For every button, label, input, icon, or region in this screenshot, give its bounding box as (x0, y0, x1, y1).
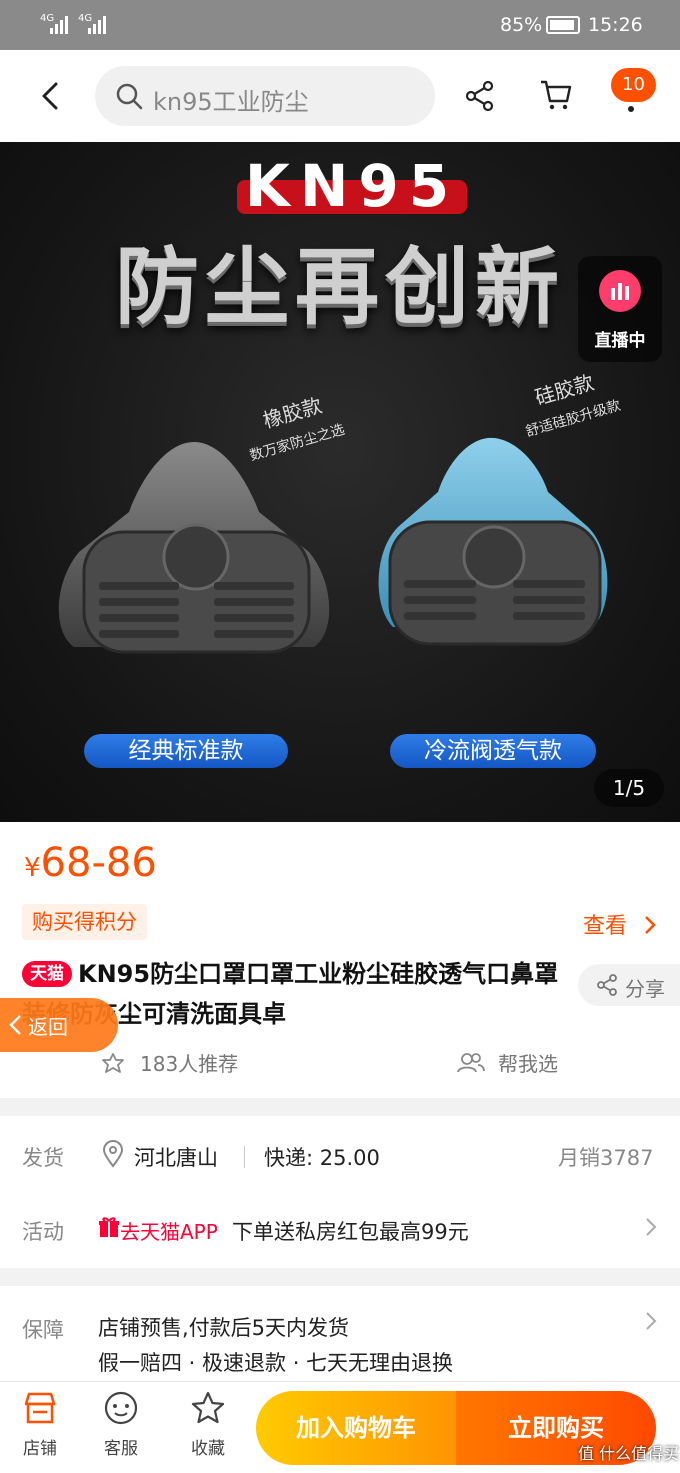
product-info: ¥68-86 购买得积分 查看 天猫 KN95防尘口罩口罩工业粉尘硅胶透气口鼻罩装… (0, 822, 680, 1098)
silicone-mask-image (368, 432, 618, 666)
share-small-icon (597, 974, 617, 996)
shop-button[interactable]: 店铺 (8, 1390, 72, 1459)
share-label: 分享 (625, 977, 665, 1001)
guarantee-label: 保障 (22, 1318, 64, 1342)
service-face-icon (104, 1391, 138, 1425)
activity-row[interactable]: 活动 去天猫APP 下单送私房红包最高99元 (0, 1196, 680, 1260)
rubber-mask-image (44, 432, 344, 676)
people-icon (457, 1053, 485, 1073)
back-arrow-icon[interactable] (34, 78, 70, 114)
service-button[interactable]: 客服 (89, 1390, 153, 1459)
search-input[interactable]: kn95工业防尘 (153, 82, 309, 117)
product-gallery[interactable]: KN95 防尘再创新 直播中 橡胶款 数万家防尘之选 硅胶款 舒适硅胶升级款 经… (0, 142, 680, 822)
express-fee: 快递: 25.00 (264, 1146, 380, 1170)
share-button[interactable]: 分享 (578, 964, 680, 1006)
activity-text: 下单送私房红包最高99元 (232, 1220, 469, 1244)
add-to-cart-button[interactable]: 加入购物车 (256, 1391, 456, 1465)
divider (244, 1146, 245, 1168)
favorite-button[interactable]: 收藏 (176, 1390, 240, 1459)
shipping-section: 发货 河北唐山 快递: 25.00 月销3787 活动 去天猫APP 下单送私房… (0, 1116, 680, 1268)
gallery-headline: 防尘再创新 (114, 238, 565, 336)
chevron-right-icon (646, 1312, 657, 1330)
kn95-text: KN95 (244, 152, 460, 220)
price: ¥68-86 (24, 840, 157, 886)
share-icon[interactable] (464, 80, 496, 116)
signal-bars-1 (50, 14, 74, 34)
search-box[interactable]: kn95工业防尘 (95, 66, 435, 126)
battery-icon (546, 16, 580, 34)
favorite-label: 收藏 (191, 1439, 225, 1459)
shop-icon (24, 1392, 56, 1424)
clock: 15:26 (588, 14, 643, 36)
search-icon (115, 82, 143, 114)
thumbs-flower-icon (102, 1053, 124, 1073)
top-nav: kn95工业防尘 10 (0, 50, 680, 142)
view-points-link[interactable]: 查看 (583, 908, 658, 940)
back-chevron-icon (9, 1015, 21, 1035)
back-button[interactable]: 返回 (0, 998, 118, 1052)
guarantee-line-1: 店铺预售,付款后5天内发货 (98, 1316, 350, 1340)
signal-bars-2 (88, 14, 112, 34)
recommend-button[interactable]: 183人推荐 (100, 1048, 238, 1077)
live-label: 直播中 (594, 331, 646, 351)
help-choose-button[interactable]: 帮我选 (456, 1048, 558, 1077)
guarantee-section[interactable]: 保障 店铺预售,付款后5天内发货 假一赔四 · 极速退款 · 七天无理由退换 (0, 1286, 680, 1386)
cart-count-badge: 10 (611, 68, 656, 102)
points-tag: 购买得积分 (22, 904, 147, 940)
tmall-badge: 天猫 (22, 961, 72, 987)
watermark: 值 什么值得买 (578, 1444, 680, 1463)
shop-label: 店铺 (23, 1439, 57, 1459)
chevron-right-icon (646, 1218, 657, 1236)
live-icon (599, 270, 641, 312)
back-label: 返回 (28, 1015, 68, 1039)
guarantee-line-2: 假一赔四 · 极速退款 · 七天无理由退换 (98, 1351, 454, 1375)
live-stream-button[interactable]: 直播中 (578, 256, 662, 362)
classic-model-pill: 经典标准款 (84, 734, 288, 768)
gift-icon (99, 1217, 119, 1237)
ship-from-location: 河北唐山 (134, 1146, 218, 1170)
recommend-count: 183人推荐 (140, 1052, 239, 1076)
status-bar: 4G 4G 85% 15:26 (0, 0, 680, 50)
currency-symbol: ¥ (24, 853, 41, 883)
help-choose-label: 帮我选 (498, 1052, 558, 1076)
service-label: 客服 (104, 1439, 138, 1459)
shipping-label: 发货 (22, 1146, 64, 1170)
monthly-sales: 月销3787 (558, 1146, 654, 1170)
view-label: 查看 (583, 914, 628, 939)
chevron-right-icon (645, 916, 656, 934)
valve-model-pill: 冷流阀透气款 (390, 734, 596, 768)
more-dot-icon[interactable] (628, 106, 634, 112)
star-icon (191, 1391, 225, 1424)
price-value: 68-86 (40, 840, 157, 886)
image-counter: 1/5 (594, 769, 664, 807)
activity-label: 活动 (22, 1220, 64, 1244)
activity-tag: 去天猫APP (120, 1220, 218, 1244)
cart-icon[interactable] (539, 78, 573, 116)
battery-percent: 85% (500, 14, 543, 36)
location-pin-icon (102, 1140, 124, 1168)
